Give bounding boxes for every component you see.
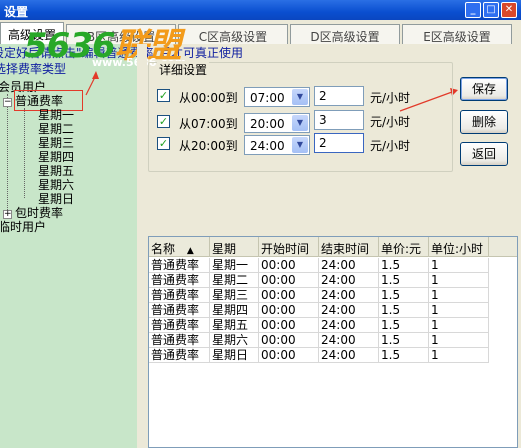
table-row[interactable]: 普通费率 星期日 00:00 24:00 1.5 1	[149, 348, 517, 363]
rate-checkbox[interactable]: ✓	[157, 115, 170, 128]
price-field[interactable]: 2	[314, 133, 364, 153]
cell-end: 24:00	[319, 318, 379, 333]
end-time-value: 24:00	[250, 139, 285, 153]
cell-name: 普通费率	[149, 318, 210, 333]
cell-price: 1.5	[379, 273, 429, 288]
column-header-weekday[interactable]: 星期	[210, 237, 259, 257]
column-header-name[interactable]: 名称 ▲	[149, 237, 210, 257]
cell-start: 00:00	[259, 258, 319, 273]
details-legend: 详细设置	[157, 61, 210, 78]
cell-price: 1.5	[379, 348, 429, 363]
cell-price: 1.5	[379, 303, 429, 318]
unit-label: 元/小时	[370, 91, 411, 105]
cell-start: 00:00	[259, 348, 319, 363]
unit-label: 元/小时	[370, 139, 411, 153]
cell-weekday: 星期日	[210, 348, 259, 363]
from-label: 从00:00到	[179, 91, 238, 105]
rate-checkbox[interactable]: ✓	[157, 137, 170, 150]
cell-weekday: 星期三	[210, 288, 259, 303]
cell-start: 00:00	[259, 273, 319, 288]
sort-ascending-icon: ▲	[186, 246, 194, 256]
end-time-value: 20:00	[250, 117, 285, 131]
price-field[interactable]: 3	[314, 110, 364, 130]
cell-unit: 1	[429, 318, 489, 333]
rate-table[interactable]: 名称 ▲ 星期 开始时间 结束时间 单价:元 单位:小时 普通费率 星期一 00:0…	[148, 236, 518, 448]
cell-end: 24:00	[319, 348, 379, 363]
cell-price: 1.5	[379, 258, 429, 273]
end-time-value: 07:00	[250, 91, 285, 105]
table-row[interactable]: 普通费率 星期六 00:00 24:00 1.5 1	[149, 333, 517, 348]
from-label: 从07:00到	[179, 117, 238, 131]
chevron-down-icon[interactable]: ▼	[292, 89, 308, 105]
cell-unit: 1	[429, 333, 489, 348]
cell-unit: 1	[429, 348, 489, 363]
column-header-start[interactable]: 开始时间	[259, 237, 319, 257]
unit-label: 元/小时	[370, 115, 411, 129]
chevron-down-icon[interactable]: ▼	[292, 115, 308, 131]
column-header-unit[interactable]: 单位:小时	[429, 237, 489, 257]
cell-start: 00:00	[259, 288, 319, 303]
cell-start: 00:00	[259, 318, 319, 333]
cell-end: 24:00	[319, 258, 379, 273]
cell-unit: 1	[429, 258, 489, 273]
end-time-select[interactable]: 20:00 ▼	[244, 113, 310, 133]
cell-weekday: 星期六	[210, 333, 259, 348]
cell-unit: 1	[429, 273, 489, 288]
table-header: 名称 ▲ 星期 开始时间 结束时间 单价:元 单位:小时	[149, 237, 517, 257]
cell-unit: 1	[429, 303, 489, 318]
table-row[interactable]: 普通费率 星期五 00:00 24:00 1.5 1	[149, 318, 517, 333]
cell-weekday: 星期五	[210, 318, 259, 333]
arrow-head-icon	[92, 71, 99, 79]
cell-name: 普通费率	[149, 258, 210, 273]
cell-price: 1.5	[379, 318, 429, 333]
cell-start: 00:00	[259, 303, 319, 318]
column-header-end[interactable]: 结束时间	[319, 237, 379, 257]
end-time-select[interactable]: 07:00 ▼	[244, 87, 310, 107]
cell-end: 24:00	[319, 303, 379, 318]
cell-unit: 1	[429, 288, 489, 303]
cell-name: 普通费率	[149, 303, 210, 318]
cell-name: 普通费率	[149, 273, 210, 288]
table-row[interactable]: 普通费率 星期二 00:00 24:00 1.5 1	[149, 273, 517, 288]
cell-end: 24:00	[319, 288, 379, 303]
splitter[interactable]	[137, 44, 147, 448]
table-row[interactable]: 普通费率 星期三 00:00 24:00 1.5 1	[149, 288, 517, 303]
from-label: 从20:00到	[179, 139, 238, 153]
price-field[interactable]: 2	[314, 86, 364, 106]
table-row[interactable]: 普通费率 星期四 00:00 24:00 1.5 1	[149, 303, 517, 318]
cell-name: 普通费率	[149, 348, 210, 363]
back-button[interactable]: 返回	[460, 142, 508, 166]
delete-button[interactable]: 删除	[460, 110, 508, 134]
table-row[interactable]: 普通费率 星期一 00:00 24:00 1.5 1	[149, 258, 517, 273]
chevron-down-icon[interactable]: ▼	[292, 137, 308, 153]
end-time-select[interactable]: 24:00 ▼	[244, 135, 310, 155]
cell-end: 24:00	[319, 333, 379, 348]
rate-checkbox[interactable]: ✓	[157, 89, 170, 102]
cell-name: 普通费率	[149, 333, 210, 348]
save-button[interactable]: 保存	[460, 77, 508, 101]
column-header-price[interactable]: 单价:元	[379, 237, 429, 257]
cell-weekday: 星期一	[210, 258, 259, 273]
cell-weekday: 星期二	[210, 273, 259, 288]
cell-name: 普通费率	[149, 288, 210, 303]
cell-start: 00:00	[259, 333, 319, 348]
cell-price: 1.5	[379, 288, 429, 303]
cell-price: 1.5	[379, 333, 429, 348]
cell-weekday: 星期四	[210, 303, 259, 318]
cell-end: 24:00	[319, 273, 379, 288]
